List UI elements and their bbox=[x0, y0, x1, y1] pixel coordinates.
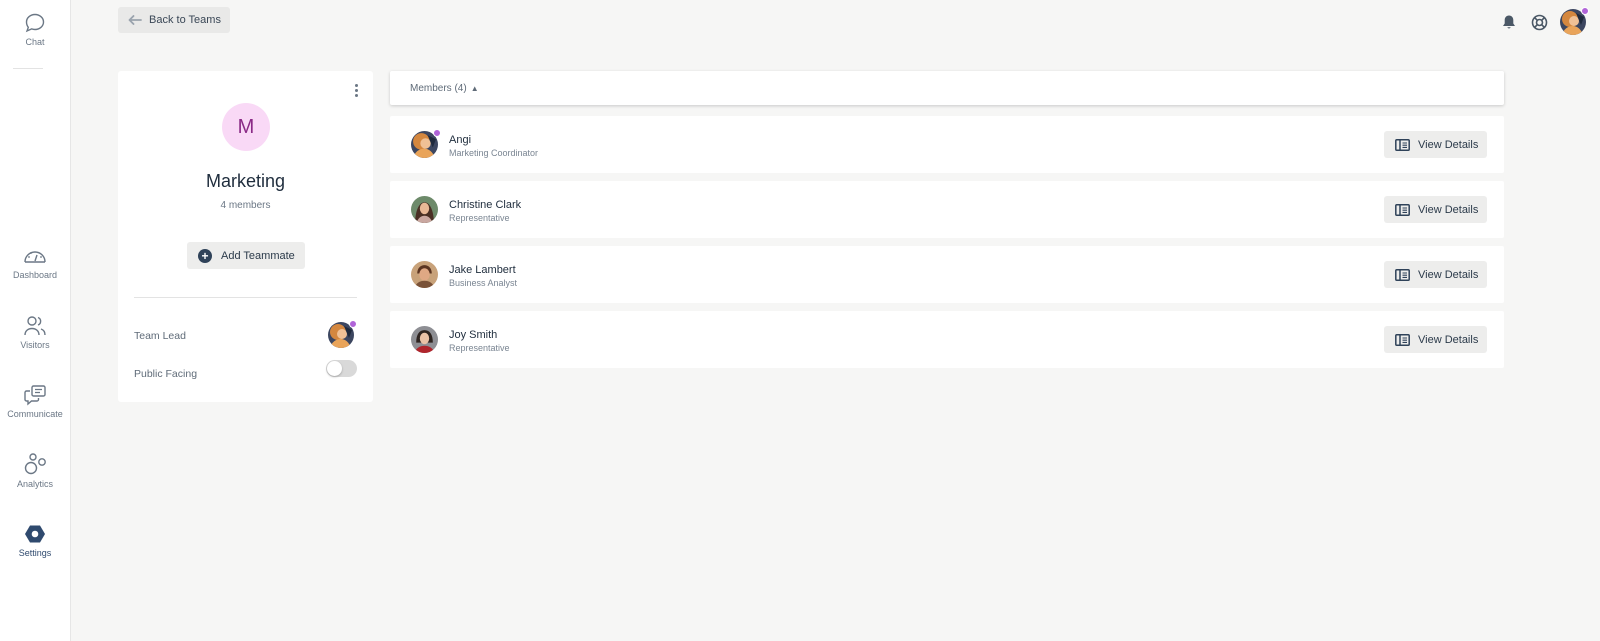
nav-communicate[interactable]: Communicate bbox=[0, 384, 70, 419]
team-card: M Marketing 4 members + Add Teammate Tea… bbox=[118, 71, 373, 402]
gauge-icon bbox=[24, 251, 46, 263]
back-to-teams-button[interactable]: Back to Teams bbox=[118, 7, 230, 33]
members-header-label: Members (4) bbox=[410, 82, 467, 94]
avatar bbox=[411, 261, 438, 288]
member-name: Joy Smith bbox=[449, 329, 498, 341]
member-avatar bbox=[411, 129, 441, 158]
online-status-dot bbox=[433, 129, 441, 137]
team-lead-label: Team Lead bbox=[134, 330, 186, 342]
avatar bbox=[411, 326, 438, 353]
help-lifebuoy-icon bbox=[1531, 14, 1547, 30]
online-status-dot bbox=[349, 320, 357, 328]
top-toolbar bbox=[1490, 7, 1589, 35]
nav-visitors[interactable]: Visitors bbox=[0, 315, 70, 350]
hexagon-gear-icon bbox=[25, 525, 45, 543]
view-details-button[interactable]: View Details bbox=[1384, 196, 1487, 223]
team-name: Marketing bbox=[205, 171, 286, 191]
member-role: Representative bbox=[449, 213, 510, 223]
nav-settings[interactable]: Settings bbox=[0, 523, 70, 558]
nav-settings-label: Settings bbox=[18, 548, 52, 558]
member-role: Marketing Coordinator bbox=[449, 148, 539, 158]
nav-analytics[interactable]: Analytics bbox=[0, 452, 70, 489]
details-panel-icon bbox=[1395, 203, 1410, 216]
messages-icon bbox=[24, 385, 46, 406]
nav-dashboard[interactable]: Dashboard bbox=[0, 245, 70, 280]
avatar bbox=[411, 196, 438, 223]
nav-communicate-label: Communicate bbox=[7, 409, 63, 419]
view-details-button[interactable]: View Details bbox=[1384, 131, 1487, 158]
member-name: Angi bbox=[449, 134, 472, 146]
online-status-dot bbox=[1581, 7, 1589, 15]
back-to-teams-label: Back to Teams bbox=[149, 14, 221, 26]
nav-chat[interactable]: Chat bbox=[0, 12, 70, 47]
public-facing-label: Public Facing bbox=[134, 368, 198, 380]
toggle-knob bbox=[327, 361, 342, 376]
notifications-button[interactable] bbox=[1498, 11, 1520, 33]
details-panel-icon bbox=[1395, 268, 1410, 281]
current-user-avatar[interactable] bbox=[1560, 7, 1589, 35]
member-name: Jake Lambert bbox=[449, 264, 516, 276]
team-member-count: 4 members bbox=[220, 200, 271, 211]
circles-icon bbox=[24, 453, 46, 475]
nav-visitors-label: Visitors bbox=[20, 340, 50, 350]
member-avatar bbox=[411, 326, 438, 353]
plus-circle-icon: + bbox=[198, 248, 212, 263]
view-details-button[interactable]: View Details bbox=[1384, 261, 1487, 288]
member-role: Business Analyst bbox=[449, 278, 518, 288]
members-section-header[interactable]: Members (4) ▲ bbox=[390, 71, 1504, 105]
member-name: Christine Clark bbox=[449, 199, 522, 211]
more-options-icon[interactable] bbox=[352, 82, 360, 100]
nav-dashboard-label: Dashboard bbox=[12, 270, 58, 280]
view-details-button[interactable]: View Details bbox=[1384, 326, 1487, 353]
caret-up-icon: ▲ bbox=[470, 83, 479, 93]
member-avatar bbox=[411, 196, 438, 223]
member-row: Joy Smith Representative View Details bbox=[390, 311, 1504, 368]
view-details-label: View Details bbox=[1418, 268, 1479, 281]
member-role: Representative bbox=[449, 343, 510, 353]
nav-analytics-label: Analytics bbox=[16, 479, 53, 489]
member-row: Christine Clark Representative View Deta… bbox=[390, 181, 1504, 238]
arrow-left-icon bbox=[128, 15, 142, 25]
add-teammate-label: Add Teammate bbox=[221, 249, 295, 262]
team-initial-badge: M bbox=[222, 103, 270, 151]
bell-icon bbox=[1503, 15, 1515, 29]
team-lead-avatar[interactable] bbox=[328, 320, 357, 348]
member-row: Angi Marketing Coordinator View Details bbox=[390, 116, 1504, 173]
member-avatar bbox=[411, 261, 438, 288]
chat-bubble-icon bbox=[25, 13, 45, 33]
public-facing-toggle[interactable] bbox=[326, 360, 357, 377]
nav-chat-label: Chat bbox=[25, 37, 45, 47]
member-row: Jake Lambert Business Analyst View Detai… bbox=[390, 246, 1504, 303]
view-details-label: View Details bbox=[1418, 138, 1479, 151]
add-teammate-button[interactable]: + Add Teammate bbox=[187, 242, 305, 269]
view-details-label: View Details bbox=[1418, 203, 1479, 216]
view-details-label: View Details bbox=[1418, 333, 1479, 346]
details-panel-icon bbox=[1395, 333, 1410, 346]
help-button[interactable] bbox=[1528, 11, 1550, 33]
sidebar: Chat Dashboard Visitors Communicate Anal… bbox=[0, 0, 71, 641]
sidebar-divider bbox=[13, 68, 43, 69]
details-panel-icon bbox=[1395, 138, 1410, 151]
users-icon bbox=[24, 316, 46, 336]
card-divider bbox=[134, 297, 357, 298]
